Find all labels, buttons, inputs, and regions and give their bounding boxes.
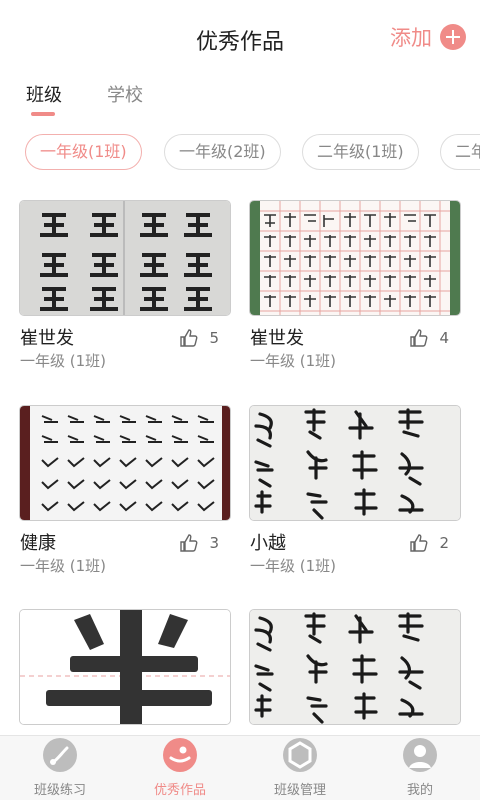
thumbs-up-icon [180, 534, 198, 552]
chip-class-2-partial[interactable]: 二年 [440, 134, 480, 170]
add-button[interactable]: 添加 [390, 22, 466, 52]
nav-label: 班级管理 [273, 783, 326, 798]
like-button[interactable]: 4 [409, 328, 449, 348]
work-class: 一年级 (1班) [250, 557, 337, 575]
thumbs-up-icon [410, 329, 428, 347]
works-grid: 崔世发 5 一年级 (1班) 崔世发 4 一年级 (1班) 健康 3 一年级 (… [0, 175, 480, 735]
work-thumbnail [19, 200, 231, 316]
thumbs-up-icon [180, 329, 198, 347]
nav-profile[interactable]: 我的 [360, 736, 480, 800]
active-tab-indicator [31, 112, 55, 116]
scope-tabs: 班级 学校 [0, 75, 480, 120]
brush-icon [43, 738, 77, 772]
like-button[interactable]: 2 [409, 533, 449, 553]
plus-circle-icon [440, 24, 466, 50]
nav-label: 我的 [406, 783, 433, 798]
work-card[interactable] [249, 609, 461, 725]
work-author: 健康 [20, 533, 56, 554]
like-button[interactable]: 5 [179, 328, 219, 348]
work-card[interactable]: 崔世发 5 一年级 (1班) [19, 200, 231, 370]
work-class: 一年级 (1班) [250, 352, 337, 370]
work-thumbnail [19, 609, 231, 725]
like-button[interactable]: 3 [179, 533, 219, 553]
work-author: 崔世发 [20, 328, 74, 349]
nav-label: 优秀作品 [153, 783, 206, 798]
chip-class-1-2[interactable]: 一年级(2班) [164, 134, 281, 170]
work-class: 一年级 (1班) [20, 557, 107, 575]
work-author: 小越 [250, 533, 286, 554]
work-card[interactable]: 崔世发 4 一年级 (1班) [249, 200, 461, 370]
nav-class-practice[interactable]: 班级练习 [0, 736, 120, 800]
thumbs-up-icon [410, 534, 428, 552]
like-count: 5 [209, 329, 219, 347]
nav-featured-works[interactable]: 优秀作品 [120, 736, 240, 800]
add-label: 添加 [390, 26, 432, 50]
chip-class-1-1[interactable]: 一年级(1班) [25, 134, 142, 170]
work-card[interactable] [19, 609, 231, 725]
work-card[interactable]: 小越 2 一年级 (1班) [249, 405, 461, 575]
work-class: 一年级 (1班) [20, 352, 107, 370]
work-card[interactable]: 健康 3 一年级 (1班) [19, 405, 231, 575]
tab-class[interactable]: 班级 [26, 81, 62, 107]
work-thumbnail [249, 200, 461, 316]
like-count: 4 [439, 329, 449, 347]
work-author: 崔世发 [250, 328, 304, 349]
tab-school[interactable]: 学校 [107, 81, 143, 107]
work-thumbnail [249, 609, 461, 725]
manage-icon [283, 738, 317, 772]
like-count: 2 [439, 534, 449, 552]
class-filter-bar: 一年级(1班) 一年级(2班) 二年级(1班) 二年 [0, 134, 480, 174]
work-thumbnail [249, 405, 461, 521]
featured-icon [163, 738, 197, 772]
like-count: 3 [209, 534, 219, 552]
work-thumbnail [19, 405, 231, 521]
bottom-nav: 班级练习 优秀作品 班级管理 我的 [0, 735, 480, 800]
nav-class-management[interactable]: 班级管理 [240, 736, 360, 800]
profile-icon [403, 738, 437, 772]
chip-class-2-1[interactable]: 二年级(1班) [302, 134, 419, 170]
app-header: 优秀作品 添加 [0, 0, 480, 75]
nav-label: 班级练习 [33, 783, 86, 798]
